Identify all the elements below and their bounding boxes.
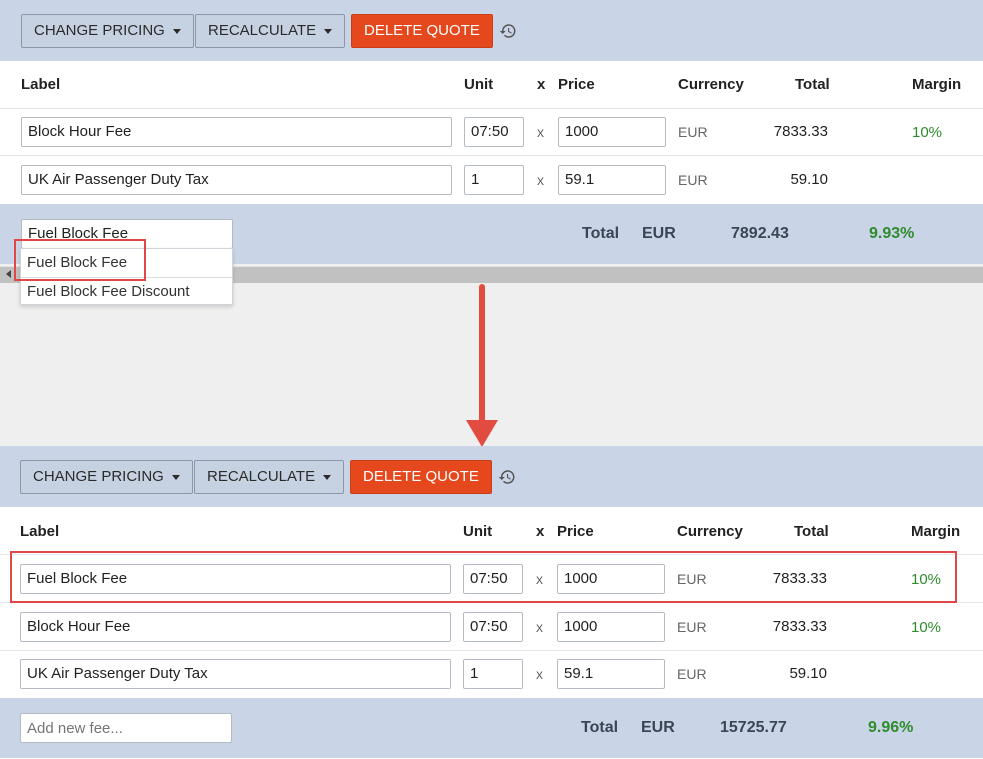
- col-header-currency: Currency: [677, 523, 743, 540]
- annotation-arrow-shaft: [479, 284, 485, 424]
- fee-total: 59.10: [790, 171, 828, 188]
- divider: [0, 108, 983, 109]
- total-margin: 9.96%: [868, 719, 914, 736]
- fee-total: 7833.33: [773, 123, 828, 140]
- divider: [0, 155, 983, 156]
- fee-currency: EUR: [677, 619, 707, 635]
- col-header-price: Price: [558, 76, 595, 93]
- totals-footer: Total EUR 15725.77 9.96%: [0, 698, 983, 758]
- annotation-highlight-box: [10, 551, 957, 603]
- fee-margin: 10%: [912, 124, 943, 141]
- fee-currency: EUR: [678, 124, 708, 140]
- multiply-sign: x: [536, 666, 543, 682]
- toolbar: CHANGE PRICING RECALCULATE DELETE QUOTE: [0, 0, 983, 61]
- toolbar: CHANGE PRICING RECALCULATE DELETE QUOTE: [0, 446, 983, 507]
- change-pricing-button[interactable]: CHANGE PRICING: [20, 460, 193, 494]
- col-header-unit: Unit: [463, 523, 493, 540]
- recalculate-button[interactable]: RECALCULATE: [195, 14, 346, 48]
- col-header-total: Total: [795, 76, 830, 93]
- col-header-currency: Currency: [678, 76, 744, 93]
- total-currency: EUR: [641, 719, 675, 736]
- col-header-total: Total: [794, 523, 829, 540]
- divider: [0, 650, 983, 651]
- delete-quote-button[interactable]: DELETE QUOTE: [351, 14, 493, 48]
- delete-quote-button[interactable]: DELETE QUOTE: [350, 460, 492, 494]
- scroll-left-icon[interactable]: [6, 270, 11, 278]
- fee-price-input[interactable]: 59.1: [558, 165, 666, 195]
- col-header-price: Price: [557, 523, 594, 540]
- history-icon[interactable]: [499, 22, 517, 40]
- col-header-margin: Margin: [912, 76, 962, 93]
- recalculate-button[interactable]: RECALCULATE: [194, 460, 345, 494]
- quote-panel-before: CHANGE PRICING RECALCULATE DELETE QUOTE …: [0, 0, 983, 264]
- col-header-label: Label: [21, 76, 61, 93]
- multiply-sign: x: [537, 124, 544, 140]
- fee-label-input[interactable]: Block Hour Fee: [21, 117, 452, 147]
- chevron-down-icon: [324, 28, 333, 34]
- col-header-unit: Unit: [464, 76, 494, 93]
- chevron-down-icon: [323, 474, 332, 480]
- quote-panel-after: CHANGE PRICING RECALCULATE DELETE QUOTE …: [0, 446, 983, 758]
- annotation-highlight-box: [14, 239, 146, 281]
- suggestion-item[interactable]: Fuel Block Fee Discount: [27, 283, 190, 300]
- fee-currency: EUR: [678, 172, 708, 188]
- chevron-down-icon: [171, 474, 180, 480]
- total-currency: EUR: [642, 225, 676, 242]
- fee-unit-input[interactable]: 1: [464, 165, 524, 195]
- total-label: Total: [581, 719, 619, 736]
- arrow-down-annotation-icon: [466, 420, 498, 447]
- fee-currency: EUR: [677, 666, 707, 682]
- fee-unit-input[interactable]: 07:50: [463, 612, 523, 642]
- chevron-down-icon: [172, 28, 181, 34]
- multiply-sign: x: [537, 172, 544, 188]
- history-icon[interactable]: [498, 468, 516, 486]
- fee-price-input[interactable]: 59.1: [557, 659, 665, 689]
- fee-label-input[interactable]: UK Air Passenger Duty Tax: [20, 659, 451, 689]
- fee-total: 7833.33: [772, 618, 827, 635]
- col-header-x: x: [537, 76, 546, 93]
- fee-total: 59.10: [789, 665, 827, 682]
- total-label: Total: [582, 225, 620, 242]
- fee-label-input[interactable]: UK Air Passenger Duty Tax: [21, 165, 452, 195]
- fee-margin: 10%: [911, 619, 942, 636]
- multiply-sign: x: [536, 619, 543, 635]
- col-header-x: x: [536, 523, 545, 540]
- total-margin: 9.93%: [869, 225, 915, 242]
- fee-price-input[interactable]: 1000: [557, 612, 665, 642]
- col-header-label: Label: [20, 523, 60, 540]
- grand-total: 7892.43: [731, 225, 789, 242]
- change-pricing-button[interactable]: CHANGE PRICING: [21, 14, 194, 48]
- fee-unit-input[interactable]: 1: [463, 659, 523, 689]
- fee-price-input[interactable]: 1000: [558, 117, 666, 147]
- fee-label-input[interactable]: Block Hour Fee: [20, 612, 451, 642]
- grand-total: 15725.77: [720, 719, 787, 736]
- fee-unit-input[interactable]: 07:50: [464, 117, 524, 147]
- col-header-margin: Margin: [911, 523, 961, 540]
- add-fee-input[interactable]: [20, 713, 232, 743]
